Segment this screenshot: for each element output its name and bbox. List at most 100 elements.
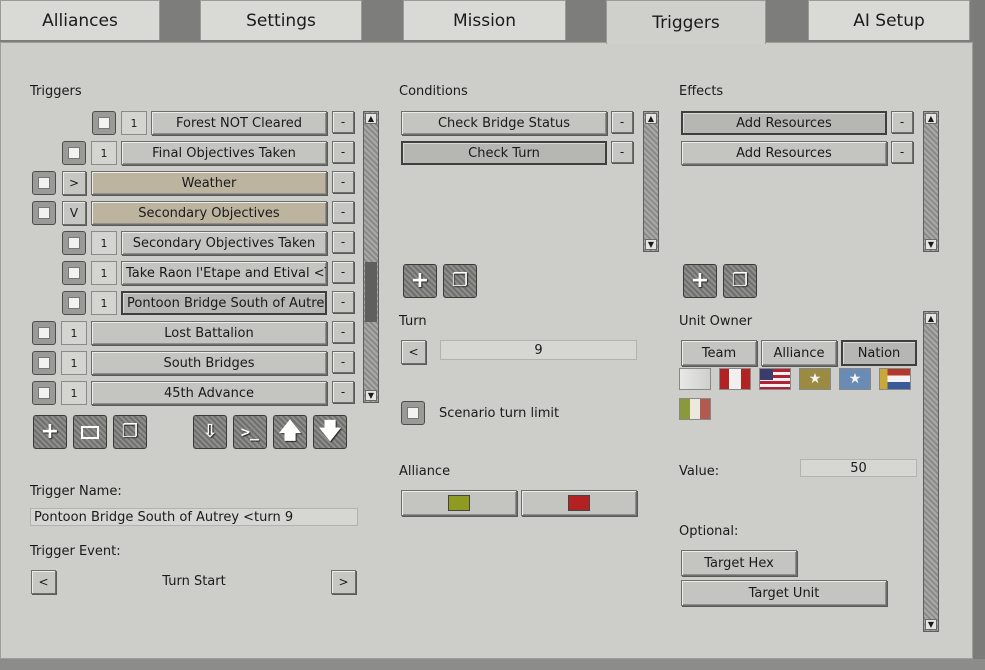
effect-item-selected[interactable]: Add Resources	[681, 111, 887, 135]
effects-scrollbar[interactable]: ▲ ▼	[923, 111, 939, 252]
tab-mission[interactable]: Mission	[403, 0, 566, 40]
remove-trigger-button[interactable]: -	[332, 231, 354, 253]
trigger-item[interactable]: Secondary Objectives Taken	[121, 231, 327, 255]
copy-condition-button[interactable]: ❐	[443, 264, 477, 298]
trigger-group[interactable]: Weather	[91, 171, 327, 195]
import-trigger-button[interactable]: ⇩	[193, 415, 227, 449]
trigger-count: 1	[91, 231, 117, 255]
collapse-toggle[interactable]: V	[62, 201, 86, 225]
tab-ai-setup[interactable]: AI Setup	[808, 0, 970, 40]
trigger-enable-checkbox[interactable]	[32, 381, 56, 405]
effect-params-scrollbar[interactable]: ▲ ▼	[923, 311, 939, 632]
trigger-enable-checkbox[interactable]	[32, 201, 56, 225]
scroll-down-icon[interactable]: ▼	[365, 390, 377, 401]
scroll-down-icon[interactable]: ▼	[925, 619, 937, 630]
owner-tab-alliance[interactable]: Alliance	[761, 340, 837, 366]
turn-prev-button[interactable]: <	[401, 340, 426, 364]
flag-usa-icon[interactable]	[759, 368, 791, 390]
scroll-up-icon[interactable]: ▲	[365, 113, 377, 124]
flag-star-blue-icon[interactable]: ★	[839, 368, 871, 390]
value-label: Value:	[679, 464, 720, 479]
trigger-item[interactable]: Lost Battalion	[91, 321, 327, 345]
condition-item-selected[interactable]: Check Turn	[401, 141, 607, 165]
trigger-list-scrollbar[interactable]: ▲ ▼	[363, 111, 379, 403]
scroll-up-icon[interactable]: ▲	[925, 313, 937, 324]
trigger-enable-checkbox[interactable]	[62, 291, 86, 315]
script-trigger-button[interactable]: >_	[233, 415, 267, 449]
remove-trigger-button[interactable]: -	[332, 141, 354, 163]
copy-icon: ❐	[451, 270, 469, 291]
trigger-enable-checkbox[interactable]	[32, 171, 56, 195]
move-down-button[interactable]: 🡇	[313, 415, 347, 449]
flag-germany-icon[interactable]	[719, 368, 751, 390]
conditions-heading: Conditions	[399, 84, 468, 99]
target-unit-button[interactable]: Target Unit	[681, 580, 887, 606]
expand-toggle[interactable]: >	[62, 171, 86, 195]
up-arrow-icon: 🡅	[278, 419, 302, 444]
remove-trigger-button[interactable]: -	[332, 171, 354, 193]
remove-trigger-button[interactable]: -	[332, 261, 354, 283]
remove-effect-button[interactable]: -	[891, 141, 913, 163]
copy-effect-button[interactable]: ❐	[723, 264, 757, 298]
owner-tab-nation[interactable]: Nation	[841, 340, 917, 366]
condition-item[interactable]: Check Bridge Status	[401, 111, 607, 135]
flag-netherlands-icon[interactable]	[879, 368, 911, 390]
scenario-turn-limit-checkbox[interactable]	[401, 401, 425, 425]
scenario-turn-limit-label: Scenario turn limit	[439, 406, 560, 421]
folder-icon	[81, 425, 99, 439]
alliance-2-button[interactable]	[521, 490, 637, 516]
event-prev-button[interactable]: <	[31, 570, 56, 594]
trigger-group[interactable]: Secondary Objectives	[91, 201, 327, 225]
trigger-enable-checkbox[interactable]	[32, 321, 56, 345]
scroll-up-icon[interactable]: ▲	[925, 113, 937, 124]
remove-trigger-button[interactable]: -	[332, 351, 354, 373]
add-trigger-button[interactable]: +	[33, 415, 67, 449]
owner-tab-team[interactable]: Team	[681, 340, 757, 366]
trigger-item[interactable]: South Bridges	[91, 351, 327, 375]
tab-alliances[interactable]: Alliances	[0, 0, 160, 40]
window-edge	[973, 0, 985, 670]
tab-settings[interactable]: Settings	[200, 0, 362, 40]
remove-trigger-button[interactable]: -	[332, 321, 354, 343]
trigger-enable-checkbox[interactable]	[62, 231, 86, 255]
remove-condition-button[interactable]: -	[611, 141, 633, 163]
event-next-button[interactable]: >	[331, 570, 356, 594]
alliance-1-button[interactable]	[401, 490, 517, 516]
target-hex-button[interactable]: Target Hex	[681, 550, 797, 576]
trigger-enable-checkbox[interactable]	[62, 141, 86, 165]
tab-triggers[interactable]: Triggers	[606, 0, 766, 44]
copy-trigger-button[interactable]: ❐	[113, 415, 147, 449]
trigger-item[interactable]: 45th Advance	[91, 381, 327, 405]
value-field[interactable]: 50	[800, 459, 917, 477]
down-arrow-icon: 🡇	[318, 419, 342, 444]
scroll-down-icon[interactable]: ▼	[645, 239, 657, 250]
flag-neutral-icon[interactable]	[679, 368, 711, 390]
remove-trigger-button[interactable]: -	[332, 291, 354, 313]
add-condition-button[interactable]: +	[403, 264, 437, 298]
flag-italy-icon[interactable]	[679, 398, 711, 420]
scroll-down-icon[interactable]: ▼	[925, 239, 937, 250]
trigger-enable-checkbox[interactable]	[32, 351, 56, 375]
scroll-thumb[interactable]	[365, 262, 377, 322]
move-up-button[interactable]: 🡅	[273, 415, 307, 449]
turn-value-field[interactable]: 9	[440, 340, 637, 360]
add-folder-button[interactable]	[73, 415, 107, 449]
remove-trigger-button[interactable]: -	[332, 381, 354, 403]
remove-condition-button[interactable]: -	[611, 111, 633, 133]
trigger-item-selected[interactable]: Pontoon Bridge South of Autrey <turn 9	[121, 291, 327, 315]
trigger-count: 1	[91, 141, 117, 165]
effect-item[interactable]: Add Resources	[681, 141, 887, 165]
trigger-name-field[interactable]: Pontoon Bridge South of Autrey <turn 9	[30, 508, 358, 526]
remove-trigger-button[interactable]: -	[332, 201, 354, 223]
trigger-enable-checkbox[interactable]	[62, 261, 86, 285]
conditions-scrollbar[interactable]: ▲ ▼	[643, 111, 659, 252]
scroll-up-icon[interactable]: ▲	[645, 113, 657, 124]
remove-trigger-button[interactable]: -	[332, 111, 354, 133]
trigger-item[interactable]: Final Objectives Taken	[121, 141, 327, 165]
remove-effect-button[interactable]: -	[891, 111, 913, 133]
trigger-item[interactable]: Take Raon l'Etape and Etival <Turn 10	[121, 261, 327, 285]
add-effect-button[interactable]: +	[683, 264, 717, 298]
trigger-item[interactable]: Forest NOT Cleared	[151, 111, 327, 135]
trigger-enable-checkbox[interactable]	[92, 111, 116, 135]
flag-star-olive-icon[interactable]: ★	[799, 368, 831, 390]
